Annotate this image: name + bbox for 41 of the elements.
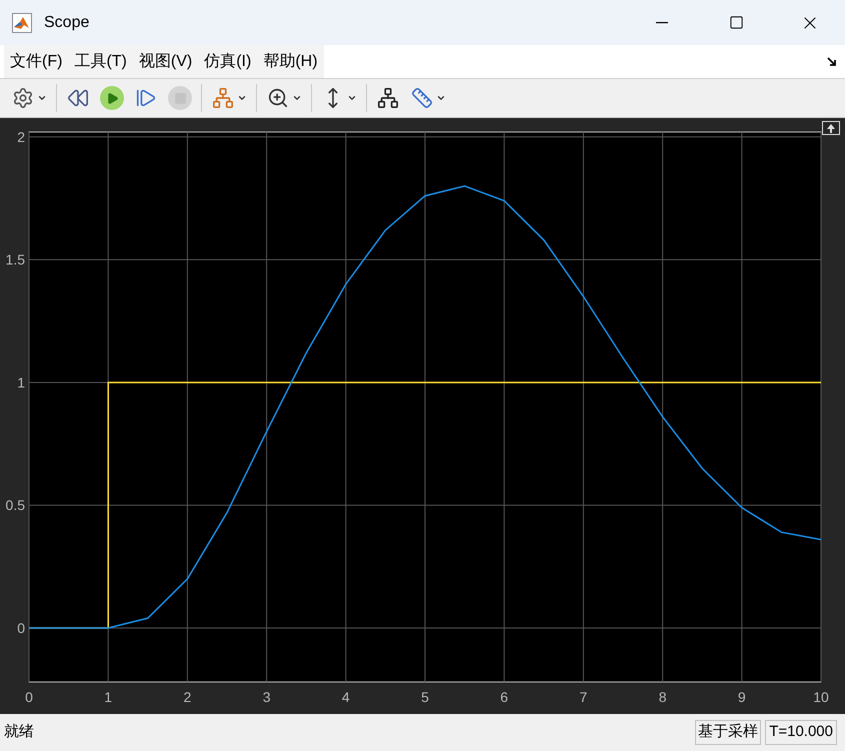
zoom-in-icon [266, 86, 290, 110]
sample-mode-label: 基于采样 [695, 720, 762, 745]
x-tick-label: 4 [342, 689, 350, 705]
x-tick-label: 5 [421, 689, 429, 705]
undock-arrow-icon[interactable] [827, 56, 837, 66]
dropdown-caret-icon [436, 93, 446, 103]
gear-icon [11, 86, 35, 110]
menu-item[interactable]: 帮助(H) [257, 45, 324, 78]
dropdown-caret-icon [237, 93, 247, 103]
x-tick-label: 2 [184, 689, 192, 705]
logo-icon [12, 12, 32, 32]
menu-item[interactable]: 视图(V) [132, 45, 198, 78]
y-tick-label: 1.5 [6, 252, 25, 268]
menu-item[interactable]: 仿真(I) [198, 45, 258, 78]
y-tick-label: 2 [17, 128, 25, 145]
ruler-icon [410, 86, 434, 110]
x-tick-label: 1 [104, 689, 112, 705]
y-tick-label: 0.5 [6, 497, 25, 514]
minimize-icon [656, 22, 668, 24]
dropdown-caret-icon [347, 93, 357, 103]
x-tick-label: 8 [658, 689, 666, 705]
hierarchy-icon [211, 86, 235, 110]
play-icon [100, 86, 124, 110]
menu-item[interactable]: 工具(T) [68, 45, 133, 78]
y-tick-label: 0 [17, 620, 25, 636]
maximize-icon [728, 15, 744, 30]
simulation-time: T=10.000 [765, 720, 837, 745]
status-message: 就绪 [4, 722, 34, 742]
x-tick-label: 10 [813, 689, 829, 705]
dropdown-caret-icon [37, 93, 47, 103]
x-tick-label: 7 [580, 689, 588, 705]
x-tick-label: 9 [738, 689, 746, 705]
x-tick-label: 6 [500, 689, 508, 705]
x-tick-label: 3 [262, 689, 270, 705]
window-title: Scope [44, 12, 90, 32]
y-tick-label: 1 [17, 374, 25, 390]
undock-icon[interactable] [822, 121, 840, 135]
stop-icon [168, 86, 192, 110]
x-tick-label: 0 [25, 689, 33, 705]
menu-item[interactable]: 文件(F) [4, 45, 68, 78]
dropdown-caret-icon [292, 93, 302, 103]
